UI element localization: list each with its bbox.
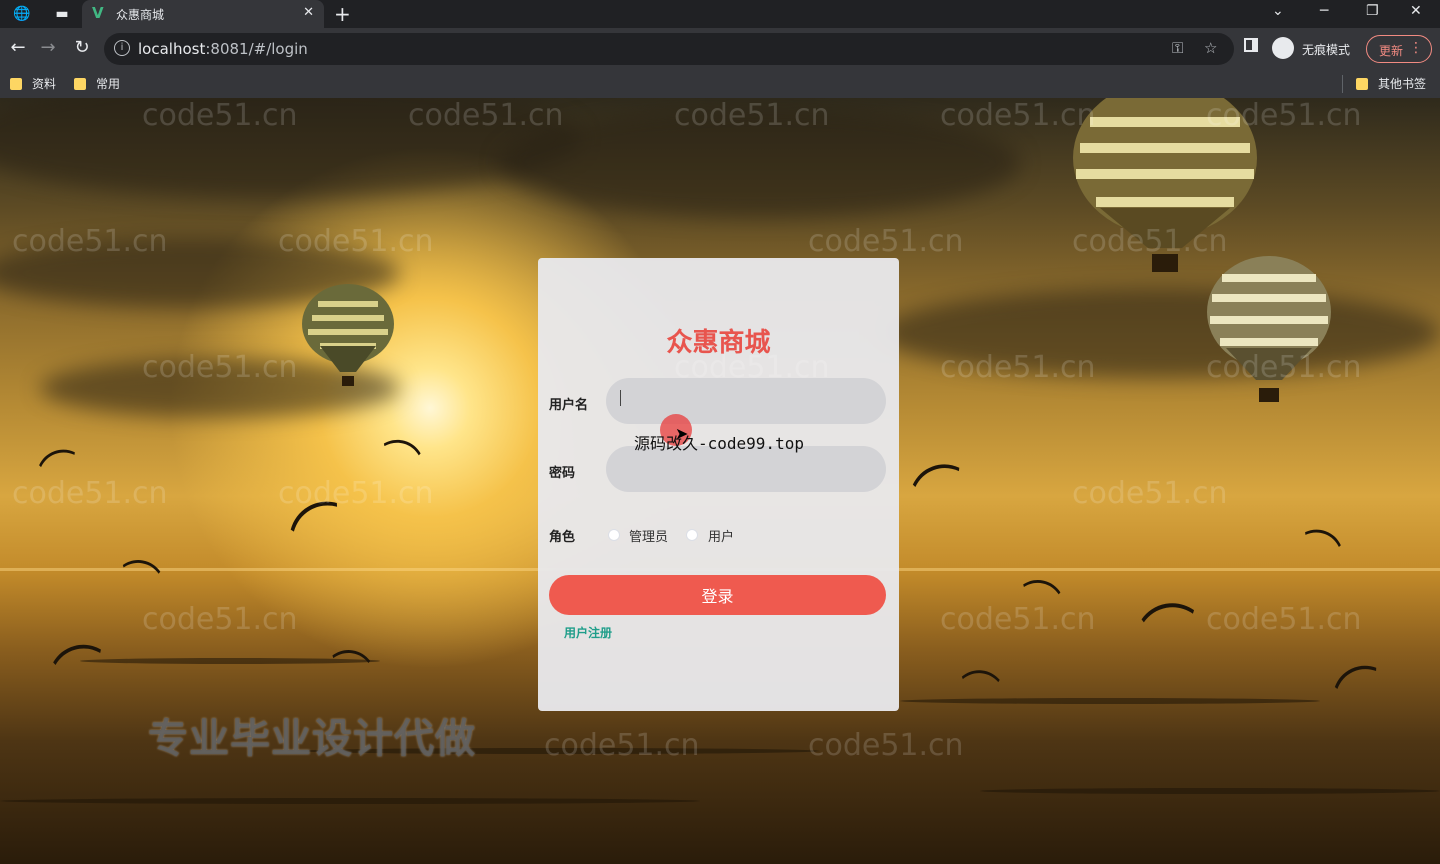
username-label: 用户名 [549,398,589,413]
bird-icon: ⌒ [48,636,115,708]
close-icon[interactable]: ✕ [303,5,314,20]
tab-search-icon[interactable]: ▬ [52,4,72,24]
bird-icon: ⌒ [907,454,977,529]
watermark: code51.cn [940,602,1096,637]
hot-air-balloon-icon [302,284,394,386]
bookmark-folder-other[interactable]: 其他书签 [1356,75,1426,92]
chevron-down-icon[interactable]: ⌄ [1272,3,1284,19]
folder-icon [10,77,22,90]
restore-icon[interactable]: ❐ [1366,3,1379,19]
watermark: code51.cn [808,224,964,259]
overlay-watermark-text: 源码改久-code99.top [634,434,804,453]
window-close-icon[interactable]: ✕ [1410,3,1422,19]
register-link[interactable]: 用户注册 [564,624,612,641]
wave [0,798,700,804]
watermark: code51.cn [940,98,1096,133]
minimize-icon[interactable]: ─ [1320,3,1328,19]
watermark: code51.cn [408,98,564,133]
watermark: code51.cn [1206,602,1362,637]
wave [980,788,1440,794]
address-bar[interactable]: i localhost:8081/#/login ⚿ ☆ [104,33,1234,65]
watermark: code51.cn [1072,224,1228,259]
forward-icon[interactable]: → [36,37,60,58]
info-icon[interactable]: i [114,40,130,56]
bookmark-folder-changyong[interactable]: 常用 [74,75,120,92]
bookmarks-bar: 资料 常用 其他书签 [0,70,1440,98]
role-option-user[interactable]: 用户 [708,526,734,545]
login-page-background: ⌒ ⌒ ⌒ ⌒ ⌒ ⌒ ⌒ ⌒ ⌒ ⌒ ⌒ ⌒ code51.cn code51… [0,98,1440,864]
text-caret [620,390,621,406]
bookmark-folder-ziliao[interactable]: 资料 [10,75,56,92]
watermark: code51.cn [142,602,298,637]
watermark: code51.cn [544,728,700,763]
bird-icon: ⌒ [957,666,1002,716]
role-radio-user[interactable] [686,529,698,541]
url-text[interactable]: localhost:8081/#/login [138,40,308,58]
watermark: code51.cn [278,476,434,511]
password-label: 密码 [549,466,576,481]
bird-icon: ⌒ [1137,595,1205,670]
incognito-icon[interactable] [1272,37,1294,59]
tab-strip: 🌐 ▬ V 众惠商城 ✕ + ⌄ ─ ❐ ✕ [0,0,1440,28]
login-card: 众惠商城 code51.cn 用户名 密码 ➤ 源码改久-code99.top … [538,258,899,711]
tab-active[interactable]: V 众惠商城 ✕ [82,0,324,28]
tab-title: 众惠商城 [116,8,165,22]
watermark: code51.cn [940,350,1096,385]
login-button[interactable]: 登录 [549,575,886,615]
watermark: code51.cn [808,728,964,763]
bookmark-divider [1342,75,1343,93]
role-radio-admin[interactable] [608,529,620,541]
bird-icon: ⌒ [1328,656,1396,727]
back-icon[interactable]: ← [6,37,30,58]
update-button[interactable]: 更新 ⋮ [1366,35,1432,63]
folder-icon [1356,77,1368,90]
watermark: code51.cn [1072,476,1228,511]
incognito-label: 无痕模式 [1302,43,1351,57]
new-tab-icon[interactable]: + [334,2,351,26]
folder-icon [74,77,86,90]
watermark: code51.cn [12,476,168,511]
star-icon[interactable]: ☆ [1204,39,1217,57]
watermark: code51.cn [1206,350,1362,385]
role-label: 角色 [549,530,576,545]
more-icon[interactable]: ⋮ [1409,40,1423,56]
watermark: code51.cn [278,224,434,259]
watermark: code51.cn [674,98,830,133]
role-option-admin[interactable]: 管理员 [629,526,668,545]
browser-toolbar: ← → ↻ i localhost:8081/#/login ⚿ ☆ [0,28,1440,70]
hot-air-balloon-icon [1207,256,1331,402]
bird-icon: ⌒ [115,554,163,608]
promo-watermark-text: 专业毕业设计代做 [148,716,476,762]
watermark: code51.cn [142,98,298,133]
key-icon[interactable]: ⚿ [1172,39,1183,57]
watermark: code51.cn [142,350,298,385]
vue-icon: V [92,4,104,22]
bird-icon: ⌒ [326,645,373,697]
watermark: code51.cn [12,224,168,259]
watermark: code51.cn [1206,98,1362,133]
side-panel-icon[interactable] [1244,38,1258,52]
globe-icon[interactable]: 🌐 [12,4,32,24]
reload-icon[interactable]: ↻ [70,37,94,58]
username-input[interactable] [606,378,886,424]
